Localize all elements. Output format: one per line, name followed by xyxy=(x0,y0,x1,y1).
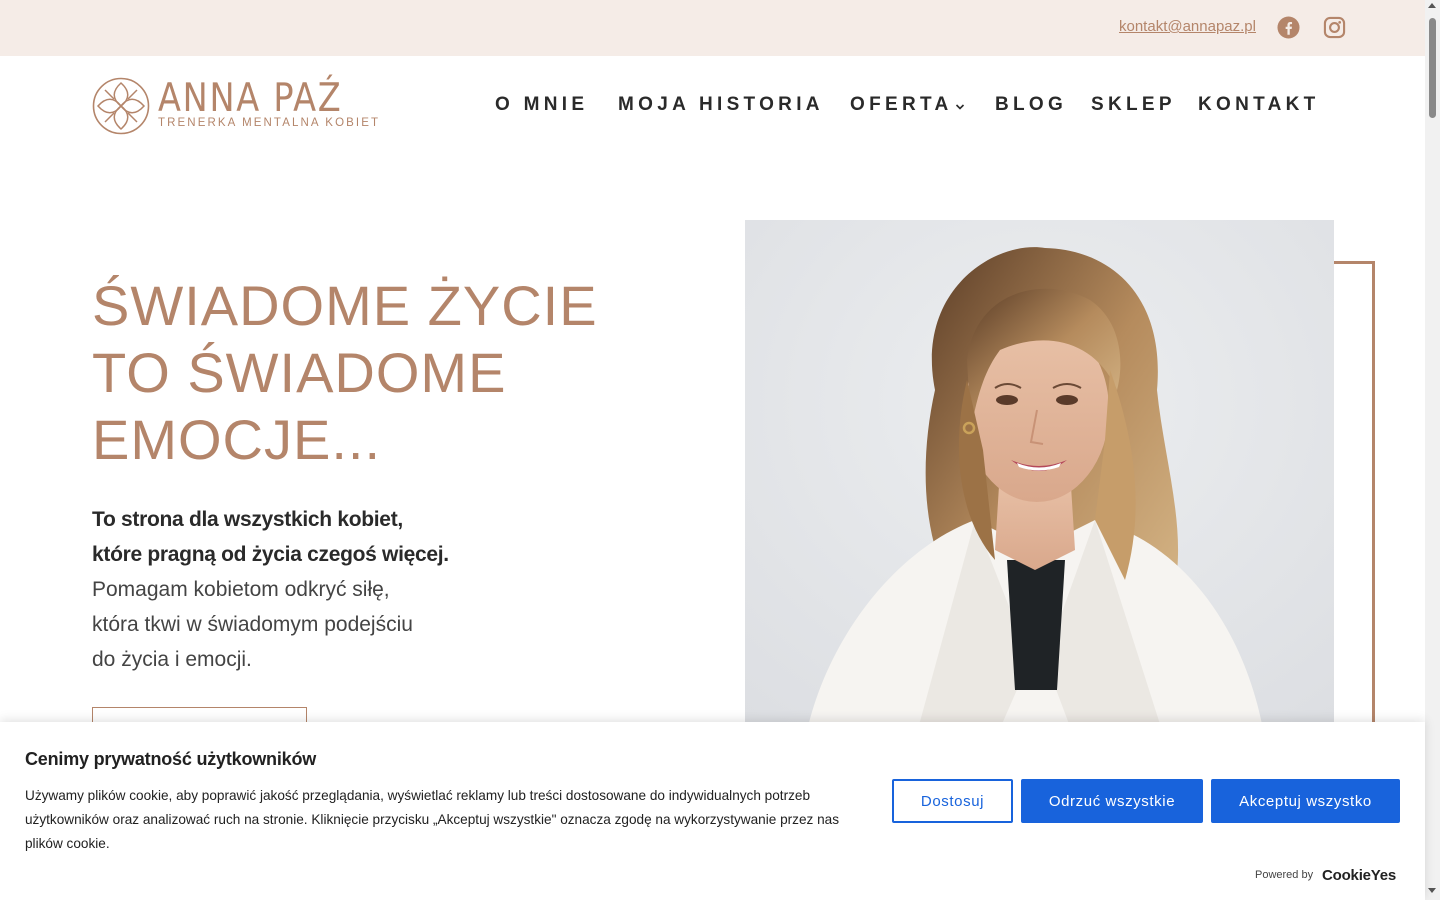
instagram-icon[interactable] xyxy=(1323,16,1346,39)
nav-item-blog[interactable]: BLOG xyxy=(995,94,1067,116)
top-bar: kontakt@annapaz.pl xyxy=(0,0,1425,56)
main-nav: O MNIE MOJA HISTORIA OFERTA BLOG SKLEP K… xyxy=(0,94,1440,118)
email-link[interactable]: kontakt@annapaz.pl xyxy=(1119,18,1256,35)
scrollbar-thumb[interactable] xyxy=(1429,18,1436,118)
cookie-customize-button[interactable]: Dostosuj xyxy=(892,779,1013,823)
photo-frame-decoration xyxy=(1334,261,1375,741)
scrollbar-track[interactable] xyxy=(1425,0,1440,900)
powered-by-label: Powered by xyxy=(1255,869,1314,881)
cookie-accept-all-button[interactable]: Akceptuj wszystko xyxy=(1211,779,1400,823)
cookie-description: Używamy plików cookie, aby poprawić jako… xyxy=(25,788,839,851)
hero-title-line: EMOCJE... xyxy=(92,408,382,471)
scroll-up-arrow-icon[interactable] xyxy=(1428,3,1436,8)
cookieyes-logo[interactable]: CookieYes xyxy=(1322,867,1396,884)
facebook-icon[interactable] xyxy=(1277,16,1300,39)
scroll-down-arrow-icon[interactable] xyxy=(1428,888,1436,893)
nav-item-sklep[interactable]: SKLEP xyxy=(1091,94,1176,116)
cookie-reject-all-button[interactable]: Odrzuć wszystkie xyxy=(1021,779,1203,823)
lead-bold-line: To strona dla wszystkich kobiet, xyxy=(92,508,403,531)
nav-item-moja-historia[interactable]: MOJA HISTORIA xyxy=(618,94,824,116)
portrait-photo xyxy=(745,220,1334,740)
cookie-title: Cenimy prywatność użytkowników xyxy=(25,749,317,769)
nav-item-o-mnie[interactable]: O MNIE xyxy=(495,94,588,116)
lead-line: do życia i emocji. xyxy=(92,648,252,671)
hero-title: ŚWIADOME ŻYCIE TO ŚWIADOME EMOCJE... xyxy=(92,272,598,473)
hero-title-line: ŚWIADOME ŻYCIE xyxy=(92,274,598,337)
chevron-down-icon[interactable] xyxy=(955,102,965,112)
cookie-consent-banner: Cenimy prywatność użytkowników Używamy p… xyxy=(0,722,1425,900)
portrait-illustration xyxy=(745,220,1334,740)
hero-lead: To strona dla wszystkich kobiet, które p… xyxy=(92,502,449,677)
lead-line: która tkwi w świadomym podejściu xyxy=(92,613,413,636)
lead-line: Pomagam kobietom odkryć siłę, xyxy=(92,578,390,601)
hero-title-line: TO ŚWIADOME xyxy=(92,341,507,404)
nav-item-oferta[interactable]: OFERTA xyxy=(850,94,953,116)
lead-bold-line: które pragną od życia czegoś więcej. xyxy=(92,543,449,566)
page: kontakt@annapaz.pl ANNA PAŹ TRENERKA MEN… xyxy=(0,0,1440,900)
nav-item-kontakt[interactable]: KONTAKT xyxy=(1198,94,1320,116)
logo-tagline: TRENERKA MENTALNA KOBIET xyxy=(158,117,381,129)
